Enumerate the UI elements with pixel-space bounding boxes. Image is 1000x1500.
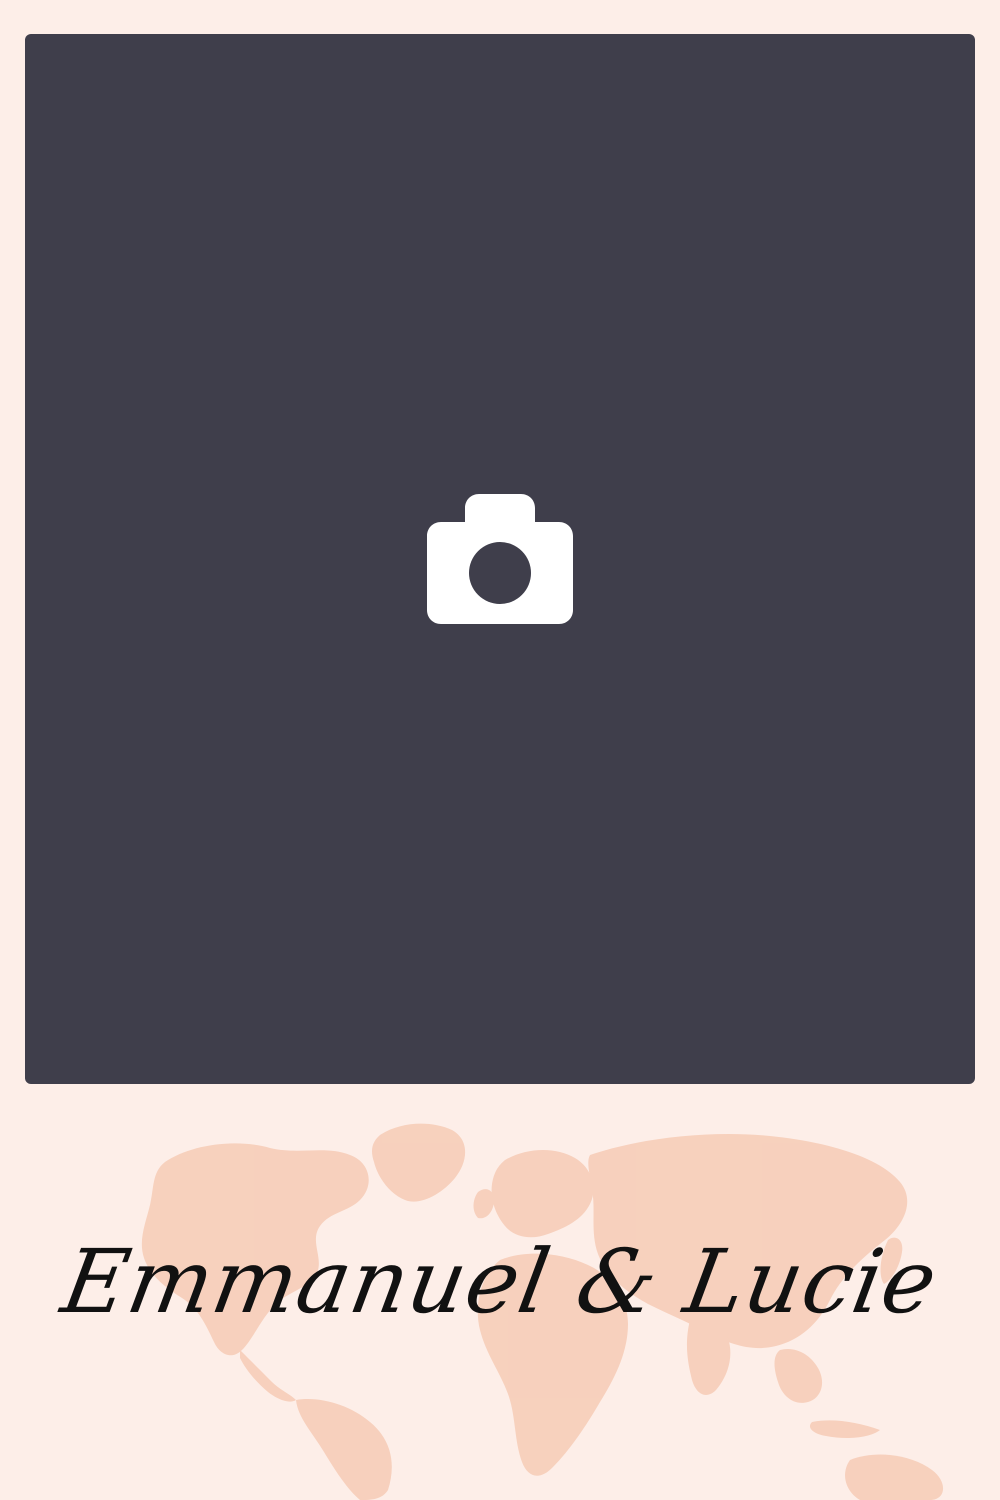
map-indonesia [809, 1420, 880, 1438]
map-central-america [240, 1350, 296, 1402]
map-southeast-asia [774, 1348, 823, 1403]
map-greenland [372, 1123, 466, 1202]
camera-icon-graphic [427, 494, 573, 624]
couple-names-title: Emmanuel & Lucie [54, 1230, 946, 1333]
map-south-america [296, 1399, 392, 1500]
camera-icon[interactable] [427, 494, 573, 624]
map-australia [845, 1454, 944, 1500]
